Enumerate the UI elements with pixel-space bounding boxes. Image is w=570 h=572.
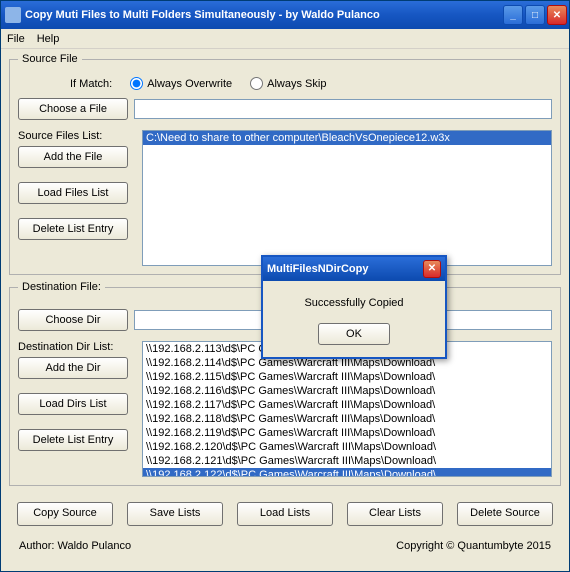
delete-dest-entry-button[interactable]: Delete List Entry	[18, 429, 128, 451]
source-list-label: Source Files List:	[18, 130, 128, 142]
author-label: Author: Waldo Pulanco	[19, 540, 131, 552]
copyright-label: Copyright © Quantumbyte 2015	[396, 540, 551, 552]
titlebar[interactable]: Copy Muti Files to Multi Folders Simulta…	[1, 1, 569, 29]
always-skip-radio[interactable]	[250, 77, 263, 90]
menu-file[interactable]: File	[7, 33, 25, 45]
delete-source-button[interactable]: Delete Source	[457, 502, 553, 526]
save-lists-button[interactable]: Save Lists	[127, 502, 223, 526]
message-dialog: MultiFilesNDirCopy ✕ Successfully Copied…	[261, 255, 447, 359]
maximize-button[interactable]: □	[525, 5, 545, 25]
menubar: File Help	[1, 29, 569, 49]
load-files-list-button[interactable]: Load Files List	[18, 182, 128, 204]
dest-legend: Destination File:	[18, 281, 105, 293]
dialog-titlebar[interactable]: MultiFilesNDirCopy ✕	[263, 257, 445, 281]
source-legend: Source File	[18, 53, 82, 65]
list-item[interactable]: C:\Need to share to other computer\Bleac…	[143, 131, 551, 145]
footer: Author: Waldo Pulanco Copyright © Quantu…	[9, 536, 561, 556]
choose-dir-button[interactable]: Choose Dir	[18, 309, 128, 331]
dialog-title: MultiFilesNDirCopy	[267, 263, 423, 275]
window-title: Copy Muti Files to Multi Folders Simulta…	[25, 9, 503, 21]
delete-source-entry-button[interactable]: Delete List Entry	[18, 218, 128, 240]
file-path-input[interactable]	[134, 99, 552, 119]
load-dirs-list-button[interactable]: Load Dirs List	[18, 393, 128, 415]
main-window: Copy Muti Files to Multi Folders Simulta…	[0, 0, 570, 572]
app-icon	[5, 7, 21, 23]
skip-label: Always Skip	[267, 78, 326, 90]
bottom-toolbar: Copy Source Save Lists Load Lists Clear …	[9, 492, 561, 536]
dialog-message: Successfully Copied	[273, 297, 435, 309]
copy-source-button[interactable]: Copy Source	[17, 502, 113, 526]
list-item[interactable]: \\192.168.2.122\d$\PC Games\Warcraft III…	[143, 468, 551, 477]
list-item[interactable]: \\192.168.2.121\d$\PC Games\Warcraft III…	[143, 454, 551, 468]
destination-dir-listbox[interactable]: \\192.168.2.113\d$\PC Games\Warcraft III…	[142, 341, 552, 477]
source-file-group: Source File If Match: Always Overwrite A…	[9, 53, 561, 275]
menu-help[interactable]: Help	[37, 33, 60, 45]
overwrite-label: Always Overwrite	[147, 78, 232, 90]
close-button[interactable]: ✕	[547, 5, 567, 25]
list-item[interactable]: \\192.168.2.120\d$\PC Games\Warcraft III…	[143, 440, 551, 454]
list-item[interactable]: \\192.168.2.118\d$\PC Games\Warcraft III…	[143, 412, 551, 426]
add-dir-button[interactable]: Add the Dir	[18, 357, 128, 379]
always-overwrite-radio[interactable]	[130, 77, 143, 90]
minimize-button[interactable]: _	[503, 5, 523, 25]
list-item[interactable]: \\192.168.2.116\d$\PC Games\Warcraft III…	[143, 384, 551, 398]
source-files-listbox[interactable]: C:\Need to share to other computer\Bleac…	[142, 130, 552, 266]
if-match-label: If Match:	[70, 78, 112, 90]
list-item[interactable]: \\192.168.2.115\d$\PC Games\Warcraft III…	[143, 370, 551, 384]
choose-file-button[interactable]: Choose a File	[18, 98, 128, 120]
dialog-close-button[interactable]: ✕	[423, 260, 441, 278]
clear-lists-button[interactable]: Clear Lists	[347, 502, 443, 526]
list-item[interactable]: \\192.168.2.119\d$\PC Games\Warcraft III…	[143, 426, 551, 440]
dialog-ok-button[interactable]: OK	[318, 323, 390, 345]
load-lists-button[interactable]: Load Lists	[237, 502, 333, 526]
add-file-button[interactable]: Add the File	[18, 146, 128, 168]
list-item[interactable]: \\192.168.2.117\d$\PC Games\Warcraft III…	[143, 398, 551, 412]
dest-list-label: Destination Dir List:	[18, 341, 128, 353]
